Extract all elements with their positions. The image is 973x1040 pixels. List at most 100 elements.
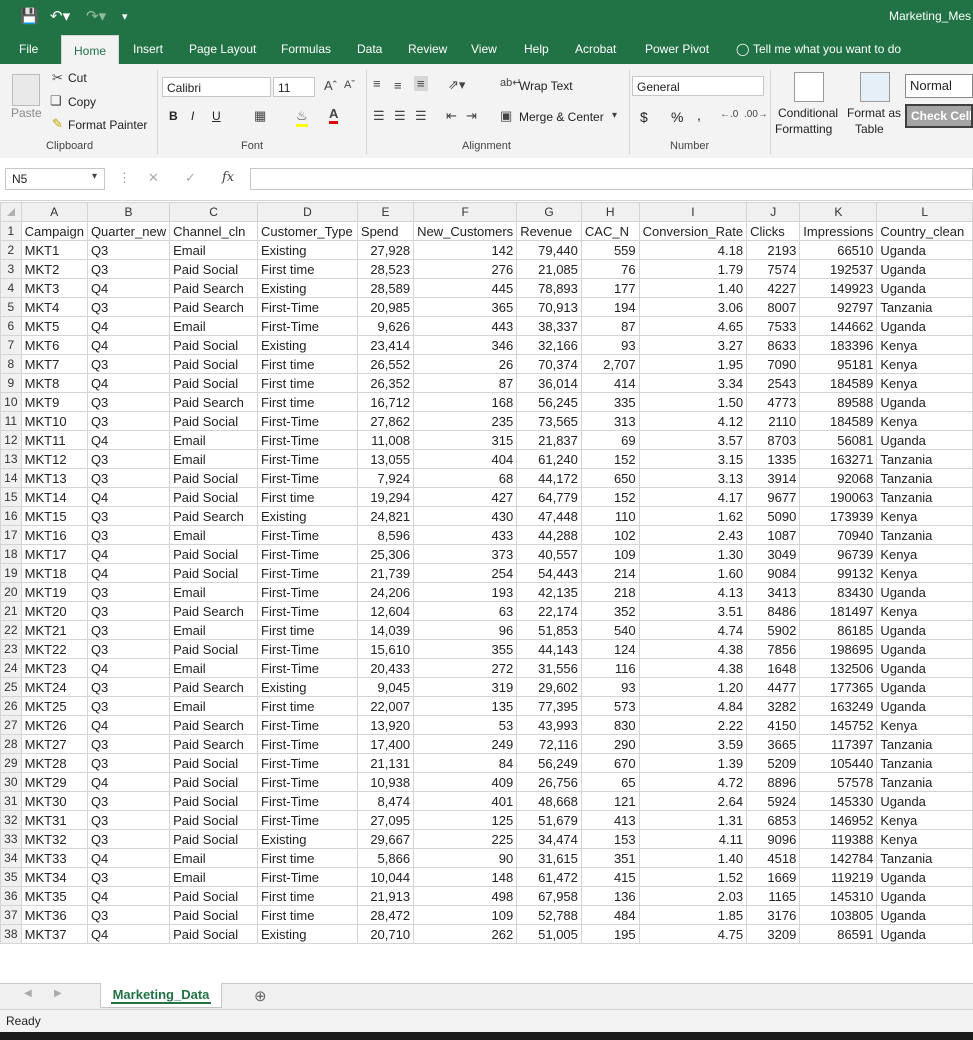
cell[interactable]: First-Time [257,715,358,735]
align-center-icon[interactable]: ☰ [394,108,406,124]
cell[interactable]: Email [169,867,258,887]
header-cell[interactable]: Quarter_new [86,221,171,241]
cell[interactable]: Q4 [86,848,171,868]
cell[interactable]: 121 [580,791,640,811]
cell[interactable]: 68 [413,468,518,488]
cell[interactable]: MKT13 [20,468,88,488]
cell[interactable]: 72,116 [516,734,582,754]
row-header[interactable]: 13 [0,449,22,469]
fill-color-icon[interactable]: ♨ [296,108,308,127]
row-header[interactable]: 32 [0,810,22,830]
row-header[interactable]: 21 [0,601,22,621]
cell[interactable]: MKT32 [20,829,88,849]
cell[interactable]: MKT28 [20,753,88,773]
font-size-select[interactable]: 11 [273,77,315,97]
cell[interactable]: Q4 [86,487,171,507]
cell[interactable]: Uganda [876,867,973,887]
cell[interactable]: Existing [257,506,358,526]
cell[interactable]: 9,045 [356,677,415,697]
cell[interactable]: 5902 [746,620,801,640]
cell[interactable]: 1.31 [638,810,748,830]
cell[interactable]: MKT20 [20,601,88,621]
cell[interactable]: 73,565 [516,411,582,431]
cell[interactable]: Paid Search [169,677,258,697]
undo-icon[interactable]: ↶▾ [50,7,70,25]
cell[interactable]: 144662 [799,316,878,336]
cell[interactable]: Q3 [86,259,171,279]
row-header[interactable]: 7 [0,335,22,355]
cell[interactable]: Uganda [876,620,973,640]
cell[interactable]: 3.57 [638,430,748,450]
cell[interactable]: 77,395 [516,696,582,716]
cell[interactable]: 125 [413,810,518,830]
cell[interactable]: 31,615 [516,848,582,868]
cell[interactable]: 433 [413,525,518,545]
cell[interactable]: 183396 [799,335,878,355]
tab-acrobat[interactable]: Acrobat [575,34,616,64]
cell[interactable]: 4.12 [638,411,748,431]
cell[interactable]: Uganda [876,696,973,716]
cell[interactable]: MKT24 [20,677,88,697]
row-header[interactable]: 1 [0,221,22,241]
cell[interactable]: 7090 [746,354,801,374]
cell[interactable]: 168 [413,392,518,412]
cell[interactable]: MKT23 [20,658,88,678]
cell[interactable]: Q4 [86,658,171,678]
row-header[interactable]: 15 [0,487,22,507]
cell[interactable]: 66510 [799,240,878,260]
cell[interactable]: 124 [580,639,640,659]
cell[interactable]: 2.64 [638,791,748,811]
cell[interactable]: 830 [580,715,640,735]
cell[interactable]: 559 [580,240,640,260]
cell[interactable]: Uganda [876,658,973,678]
cell[interactable]: Q3 [86,810,171,830]
cell[interactable]: First-Time [257,734,358,754]
cell[interactable]: 3.34 [638,373,748,393]
cell[interactable]: 7856 [746,639,801,659]
conditional-formatting-sublabel[interactable]: Formatting [775,122,832,136]
row-header[interactable]: 5 [0,297,22,317]
cell[interactable]: 7,924 [356,468,415,488]
cell[interactable]: Paid Search [169,601,258,621]
cell[interactable]: Paid Social [169,924,258,944]
cell[interactable]: 225 [413,829,518,849]
cell[interactable]: Uganda [876,639,973,659]
cancel-icon[interactable]: ✕ [148,170,159,186]
cell[interactable]: 16,712 [356,392,415,412]
tab-power-pivot[interactable]: Power Pivot [645,34,709,64]
header-cell[interactable]: CAC_N [580,221,640,241]
cell[interactable]: 2.22 [638,715,748,735]
scroll-left-icon[interactable]: ◀ [24,988,32,999]
cell[interactable]: Q3 [86,829,171,849]
row-header[interactable]: 4 [0,278,22,298]
cell[interactable]: 3914 [746,468,801,488]
cell[interactable]: 413 [580,810,640,830]
column-header-e[interactable]: E [356,202,415,222]
cut-button[interactable]: Cut [68,71,87,85]
cell[interactable]: 40,557 [516,544,582,564]
cell[interactable]: 34,474 [516,829,582,849]
cell[interactable]: 184589 [799,411,878,431]
header-cell[interactable]: Clicks [746,221,801,241]
currency-button[interactable]: $ [640,109,648,125]
cell[interactable]: 404 [413,449,518,469]
cell[interactable]: Paid Social [169,905,258,925]
decrease-indent-icon[interactable]: ⇤ [446,108,457,124]
cell[interactable]: 93 [580,335,640,355]
cell[interactable]: 26,352 [356,373,415,393]
cell[interactable]: 109 [580,544,640,564]
cell[interactable]: 3176 [746,905,801,925]
font-color-icon[interactable]: A [329,106,339,124]
cell[interactable]: Uganda [876,392,973,412]
cell[interactable]: MKT36 [20,905,88,925]
cell[interactable]: Q4 [86,544,171,564]
cell[interactable]: Paid Social [169,886,258,906]
cell[interactable]: First time [257,354,358,374]
cell[interactable]: 28,589 [356,278,415,298]
cell[interactable]: MKT22 [20,639,88,659]
sheet-tab-marketing-data[interactable]: Marketing_Data [100,983,222,1008]
row-header[interactable]: 11 [0,411,22,431]
cell[interactable]: MKT25 [20,696,88,716]
cell[interactable]: 70940 [799,525,878,545]
cell[interactable]: Q3 [86,905,171,925]
